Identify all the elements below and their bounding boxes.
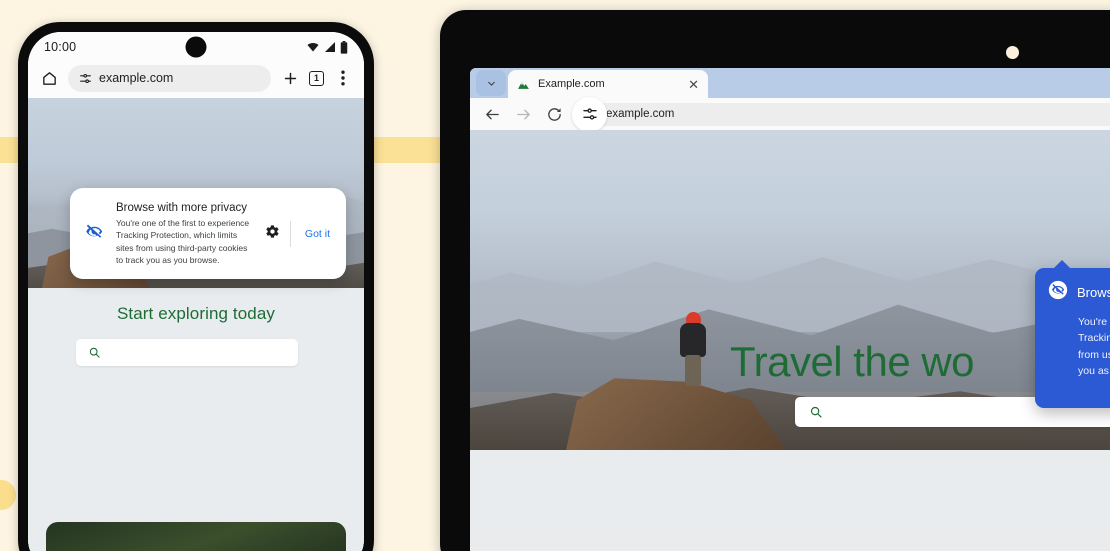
arrow-back-icon[interactable] bbox=[483, 105, 501, 123]
gear-icon[interactable] bbox=[265, 224, 280, 244]
tablet-tab-strip: Example.com ✕ bbox=[470, 68, 1110, 98]
front-camera-punch-hole bbox=[185, 36, 207, 58]
phone-web-page: Start exploring today Browse with more p… bbox=[28, 98, 364, 551]
search-icon bbox=[89, 347, 100, 358]
tab-counter[interactable]: 1 bbox=[309, 70, 324, 86]
tablet-address-bar[interactable]: example.com bbox=[572, 96, 1110, 132]
phone-dialog-actions: Got it bbox=[265, 221, 334, 248]
phone-dialog-text: You're one of the first to experience Tr… bbox=[116, 218, 250, 265]
tablet-dialog-header: Browse with more privacy ✕ bbox=[1048, 280, 1110, 305]
phone-dialog-body: Browse with more privacy You're one of t… bbox=[116, 202, 255, 266]
tab-title: Example.com bbox=[538, 78, 605, 90]
tablet-page-lower-section bbox=[470, 530, 1110, 551]
site-settings-tune-icon[interactable] bbox=[572, 96, 607, 132]
tablet-web-page: Travel the wo Start exploring today bbox=[470, 130, 1110, 551]
close-icon[interactable]: ✕ bbox=[688, 78, 699, 91]
phone-screen: 10:00 example.com 1 Start exploring toda… bbox=[28, 32, 364, 551]
battery-icon bbox=[340, 40, 348, 54]
phone-page-lower-section bbox=[28, 468, 364, 551]
phone-dialog-title: Browse with more privacy bbox=[116, 202, 248, 214]
chevron-down-icon[interactable] bbox=[476, 70, 506, 96]
mountain-far-layer bbox=[470, 257, 1110, 332]
phone-browser-toolbar: example.com 1 bbox=[28, 62, 364, 98]
tablet-front-camera bbox=[1006, 46, 1019, 59]
background-dot bbox=[0, 480, 16, 510]
home-icon[interactable] bbox=[39, 68, 59, 88]
phone-address-bar[interactable]: example.com bbox=[68, 64, 271, 92]
tablet-url-text: example.com bbox=[606, 108, 675, 120]
overflow-menu-icon[interactable] bbox=[333, 68, 353, 88]
arrow-forward-icon bbox=[514, 105, 532, 123]
phone-page-search-box[interactable] bbox=[76, 339, 298, 366]
tablet-browser-toolbar: example.com bbox=[470, 96, 1110, 132]
status-indicators bbox=[306, 40, 348, 54]
phone-page-headline: Start exploring today bbox=[116, 304, 276, 323]
status-clock: 10:00 bbox=[44, 40, 77, 54]
plus-icon[interactable] bbox=[280, 68, 300, 88]
eye-off-icon bbox=[1048, 280, 1068, 305]
site-settings-tune-icon[interactable] bbox=[79, 72, 92, 85]
tablet-device: Example.com ✕ example.com Travel the wo … bbox=[440, 10, 1110, 551]
phone-content-card-photo[interactable] bbox=[46, 522, 346, 551]
phone-privacy-dialog: Browse with more privacy You're one of t… bbox=[70, 188, 346, 280]
tablet-screen: Example.com ✕ example.com Travel the wo … bbox=[470, 68, 1110, 551]
tablet-dialog-text: You're one of the first to experience Tr… bbox=[1078, 316, 1110, 377]
search-icon bbox=[810, 406, 822, 418]
reload-icon[interactable] bbox=[545, 105, 563, 123]
wifi-icon bbox=[307, 43, 319, 52]
tablet-dialog-title: Browse with more privacy bbox=[1077, 285, 1110, 300]
divider bbox=[289, 221, 291, 248]
cellular-signal-icon bbox=[325, 42, 335, 52]
phone-got-it-button[interactable]: Got it bbox=[301, 226, 334, 242]
phone-url-text: example.com bbox=[99, 71, 174, 85]
mountain-favicon bbox=[518, 81, 529, 89]
browser-tab[interactable]: Example.com ✕ bbox=[508, 70, 708, 98]
tablet-page-headline: Travel the wo bbox=[730, 338, 975, 385]
tablet-privacy-dialog: Browse with more privacy ✕ You're one of… bbox=[1035, 260, 1110, 408]
hiker-figure bbox=[676, 312, 710, 386]
phone-status-bar: 10:00 bbox=[28, 32, 364, 62]
phone-device: 10:00 example.com 1 Start exploring toda… bbox=[18, 22, 374, 551]
eye-off-icon bbox=[84, 221, 106, 247]
